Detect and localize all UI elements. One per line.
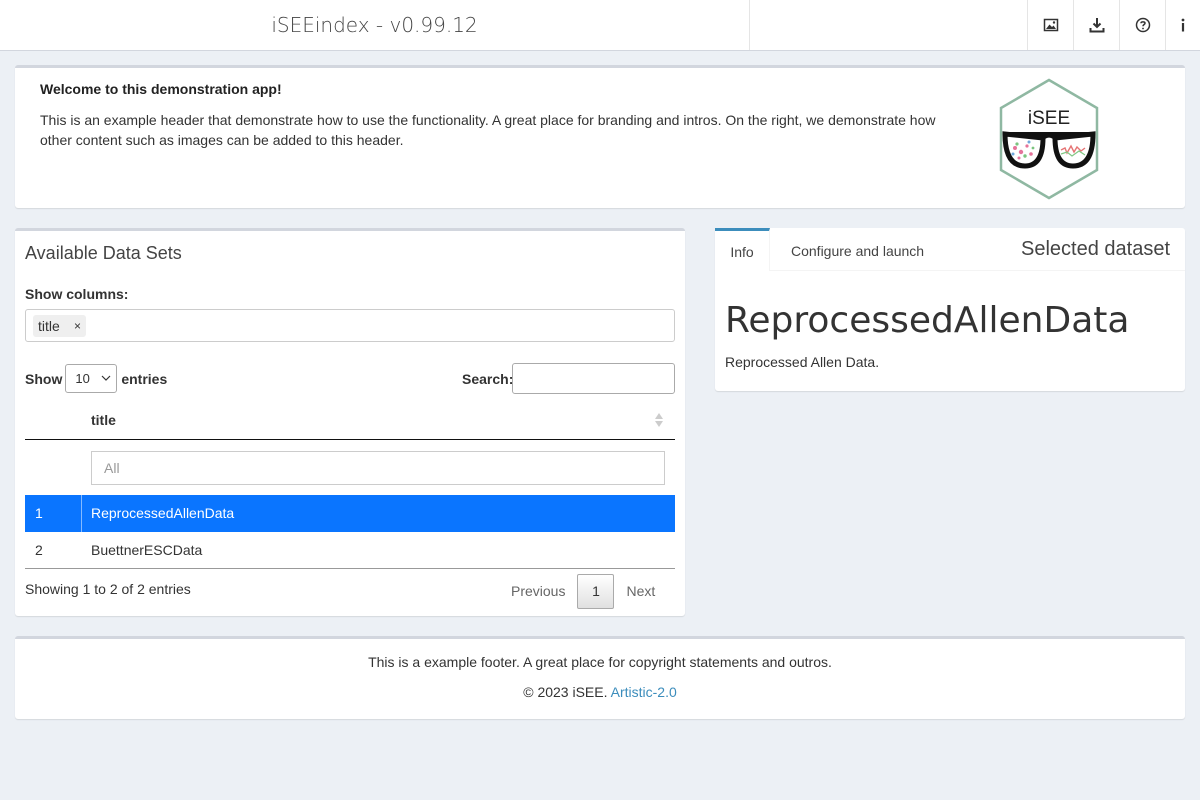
row-number: 2 — [35, 542, 43, 558]
tab-info[interactable]: Info — [715, 228, 770, 271]
entries-select[interactable]: 10 — [65, 364, 118, 393]
sort-icon[interactable] — [653, 411, 665, 429]
isee-logo: iSEE — [999, 78, 1099, 200]
table-header: title — [25, 401, 675, 440]
dataset-name-heading: ReprocessedAllenData — [725, 300, 1130, 341]
datasets-title: Available Data Sets — [25, 243, 182, 263]
length-suffix: entries — [121, 370, 168, 387]
entries-value: 10 — [75, 371, 90, 386]
row-title: BuettnerESCData — [91, 542, 203, 558]
about-button[interactable] — [1165, 0, 1200, 50]
remove-tag-icon[interactable]: × — [74, 315, 81, 337]
search-label: Search: — [462, 371, 514, 387]
info-icon — [1181, 18, 1185, 32]
welcome-text: This is an example header that demonstra… — [40, 112, 936, 148]
show-columns-label: Show columns: — [25, 286, 129, 302]
title-column-header[interactable]: title — [91, 412, 116, 428]
pagination: Previous 1 Next — [499, 574, 667, 609]
top-navbar: iSEEindex - v0.99.12 — [0, 0, 1200, 51]
download-icon — [1089, 18, 1104, 33]
footer-text: This is a example footer. A great place … — [368, 654, 832, 670]
table-info: Showing 1 to 2 of 2 entries — [25, 581, 191, 597]
length-prefix: Show — [25, 370, 63, 387]
logo-text: iSEE — [1028, 108, 1070, 129]
row-title: ReprocessedAllenData — [91, 505, 235, 521]
download-button[interactable] — [1073, 0, 1119, 50]
selected-dataset-box: Info Configure and launch Selected datas… — [715, 228, 1185, 391]
column-filter-input[interactable]: All — [91, 451, 665, 485]
footer-copyright-line: © 2023 iSEE. Artistic-2.0 — [15, 684, 1185, 700]
help-circle-icon — [1135, 17, 1150, 33]
table-row[interactable]: 1 ReprocessedAllenData — [25, 495, 675, 532]
column-tag[interactable]: title × — [33, 315, 86, 337]
length-control: Show 10 entries — [25, 364, 167, 393]
chevron-down-icon — [101, 375, 111, 381]
selected-dataset-title: Selected dataset — [1021, 238, 1170, 260]
next-page-button[interactable]: Next — [614, 574, 667, 609]
welcome-title: Welcome to this demonstration app! — [40, 81, 282, 97]
row-divider — [81, 495, 82, 532]
copyright-text: © 2023 iSEE. — [523, 684, 608, 700]
help-button[interactable] — [1119, 0, 1165, 50]
header-box: Welcome to this demonstration app! This … — [15, 65, 1185, 208]
search-input[interactable] — [512, 363, 675, 394]
app-title: iSEEindex - v0.99.12 — [0, 0, 750, 50]
datasets-box: Available Data Sets Show columns: title … — [15, 228, 685, 616]
tab-configure-and-launch[interactable]: Configure and launch — [791, 228, 924, 271]
page-1-button[interactable]: 1 — [577, 574, 615, 609]
column-tag-label: title — [38, 318, 60, 334]
screenshot-button[interactable] — [1027, 0, 1073, 50]
tab-bar: Info Configure and launch Selected datas… — [715, 228, 1185, 271]
row-number: 1 — [35, 505, 43, 521]
previous-page-button[interactable]: Previous — [499, 574, 577, 609]
table-row[interactable]: 2 BuettnerESCData — [25, 532, 675, 569]
license-link[interactable]: Artistic-2.0 — [611, 684, 677, 700]
column-selector[interactable]: title × — [25, 309, 675, 342]
image-icon — [1043, 18, 1058, 32]
dataset-description: Reprocessed Allen Data. — [725, 354, 880, 370]
footer-box: This is a example footer. A great place … — [15, 636, 1185, 719]
